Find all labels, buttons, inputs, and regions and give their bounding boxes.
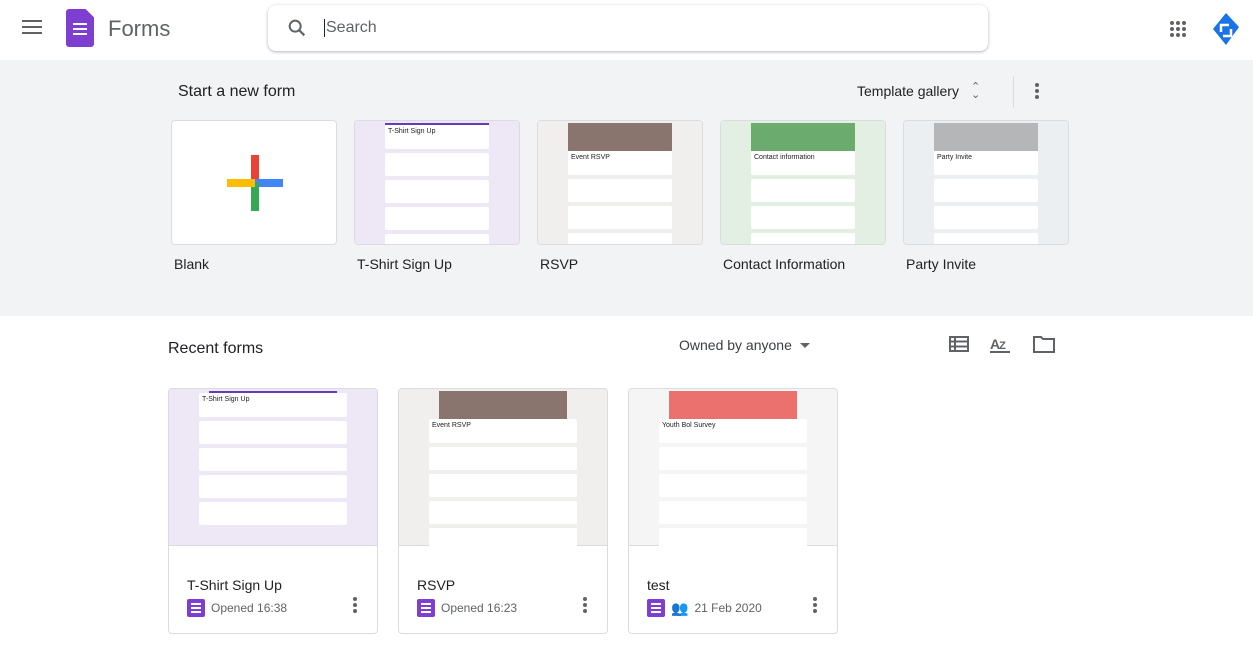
thumbnail: Contact information <box>721 121 885 244</box>
thumbnail-banner <box>934 123 1038 151</box>
thumbnail-title: Event RSVP <box>429 419 577 443</box>
forms-logo-icon[interactable] <box>66 9 94 47</box>
thumbnail-question <box>751 179 855 202</box>
thumbnail-question <box>429 501 577 524</box>
form-title: T-Shirt Sign Up <box>187 577 282 593</box>
thumbnail-banner <box>439 391 567 419</box>
template-card[interactable]: Party Invite <box>903 120 1069 245</box>
thumbnail-question <box>568 179 672 202</box>
thumbnail-question <box>568 233 672 244</box>
template-gallery-label: Template gallery <box>857 83 959 99</box>
template-label: Blank <box>174 256 210 272</box>
thumbnail-question <box>429 474 577 497</box>
recent-form-card[interactable]: Youth Bol Survey test 👥 21 Feb 2020 <box>628 388 838 634</box>
thumbnail-question <box>429 447 577 470</box>
plus-icon <box>227 155 283 211</box>
thumbnail-question <box>199 475 347 498</box>
thumbnail-question <box>385 180 489 203</box>
thumbnail-question <box>751 206 855 229</box>
thumbnail-question <box>659 528 807 551</box>
more-options-icon[interactable] <box>353 597 357 615</box>
template-label: Party Invite <box>906 256 977 272</box>
thumbnail: Event RSVP <box>538 121 702 244</box>
thumbnail: T-Shirt Sign Up <box>355 121 519 244</box>
thumbnail-banner <box>568 123 672 151</box>
thumbnail-title: Youth Bol Survey <box>659 419 807 443</box>
template-label: RSVP <box>540 256 579 272</box>
forms-file-icon <box>647 599 665 617</box>
thumbnail-title: Party Invite <box>934 151 1038 175</box>
search-input[interactable]: Search <box>324 19 377 37</box>
template-label: T-Shirt Sign Up <box>357 256 452 272</box>
more-options-icon[interactable] <box>813 597 817 615</box>
caret-down-icon <box>799 342 810 348</box>
thumbnail-question <box>199 421 347 444</box>
thumbnail-title: T-Shirt Sign Up <box>199 393 347 417</box>
form-thumbnail: Youth Bol Survey <box>629 389 837 551</box>
form-title: test <box>647 577 670 593</box>
thumbnail-question <box>385 234 489 244</box>
app-name: Forms <box>108 16 171 41</box>
thumbnail-banner <box>669 391 797 419</box>
section-heading: Start a new form <box>178 83 296 100</box>
more-options-icon[interactable] <box>583 597 587 615</box>
form-meta: 21 Feb 2020 <box>694 601 762 615</box>
form-meta: Opened 16:23 <box>441 601 518 615</box>
divider <box>1013 76 1014 108</box>
thumbnail-title: Contact information <box>751 151 855 175</box>
thumbnail-question <box>659 501 807 524</box>
list-view-icon[interactable] <box>949 336 969 352</box>
form-thumbnail: T-Shirt Sign Up <box>169 389 377 546</box>
search-icon[interactable] <box>286 17 308 39</box>
thumbnail-question <box>751 233 855 244</box>
thumbnail-banner <box>751 123 855 151</box>
recent-form-card[interactable]: Event RSVP RSVP Opened 16:23 <box>398 388 608 634</box>
thumbnail-question <box>568 206 672 229</box>
account-avatar[interactable] <box>1211 12 1241 46</box>
thumbnail-question <box>934 233 1038 244</box>
recent-form-card[interactable]: T-Shirt Sign Up T-Shirt Sign Up Opened 1… <box>168 388 378 634</box>
template-blank[interactable] <box>171 120 337 245</box>
thumbnail: Event RSVP <box>399 389 607 551</box>
unfold-icon: ⌃ ⌄ <box>970 81 981 101</box>
shared-people-icon: 👥 <box>671 599 689 616</box>
thumbnail-question <box>934 206 1038 229</box>
thumbnail-question <box>199 448 347 471</box>
thumbnail-question <box>659 447 807 470</box>
thumbnail-question <box>385 153 489 176</box>
template-gallery-button[interactable]: Template gallery ⌃ ⌄ <box>857 81 981 101</box>
form-thumbnail: Event RSVP <box>399 389 607 551</box>
thumbnail-question <box>659 474 807 497</box>
form-title: RSVP <box>417 577 456 593</box>
recent-heading: Recent forms <box>168 340 264 357</box>
thumbnail-question <box>199 502 347 525</box>
thumbnail-title: Event RSVP <box>568 151 672 175</box>
owner-filter-label: Owned by anyone <box>679 337 792 353</box>
folder-icon[interactable] <box>1033 335 1055 353</box>
thumbnail: T-Shirt Sign Up <box>169 389 377 545</box>
owner-filter-dropdown[interactable]: Owned by anyone <box>679 337 810 353</box>
main-menu-icon[interactable] <box>22 20 42 34</box>
template-card[interactable]: Contact information <box>720 120 886 245</box>
top-bar: Forms Search <box>0 0 1253 60</box>
template-label: Contact Information <box>723 256 846 272</box>
template-card[interactable]: Event RSVP <box>537 120 703 245</box>
more-options-icon[interactable] <box>1035 83 1039 99</box>
thumbnail-question <box>934 179 1038 202</box>
forms-file-icon <box>187 599 205 617</box>
thumbnail-question <box>429 528 577 551</box>
form-meta: Opened 16:38 <box>211 601 288 615</box>
sort-az-icon[interactable]: AZ <box>990 336 1010 353</box>
thumbnail: Party Invite <box>904 121 1068 244</box>
template-card[interactable]: T-Shirt Sign Up <box>354 120 520 245</box>
thumbnail: Youth Bol Survey <box>629 389 837 551</box>
forms-file-icon <box>417 599 435 617</box>
search-bar[interactable]: Search <box>268 5 988 51</box>
apps-grid-icon[interactable] <box>1169 20 1187 38</box>
thumbnail-question <box>385 207 489 230</box>
thumbnail-title: T-Shirt Sign Up <box>385 125 489 149</box>
